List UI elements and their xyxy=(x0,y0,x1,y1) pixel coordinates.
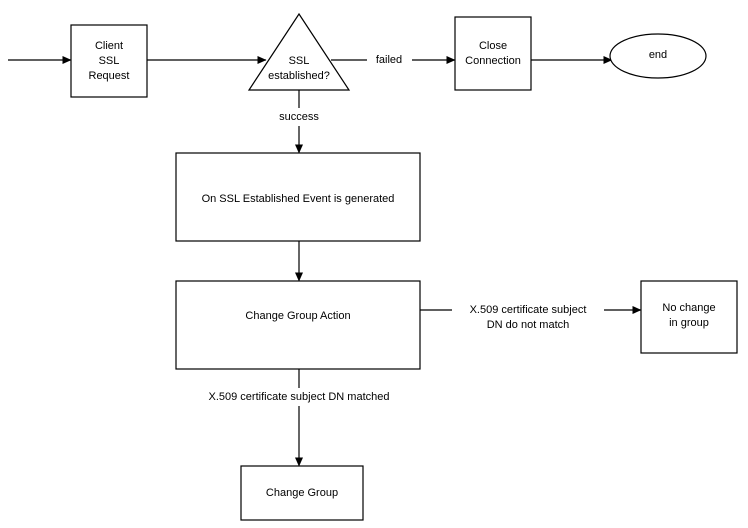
close-connection-label-line1: Close xyxy=(479,40,507,52)
edge-label-success: success xyxy=(279,111,319,123)
on-ssl-established-event-label: On SSL Established Event is generated xyxy=(202,193,395,205)
change-group-action-box[interactable] xyxy=(175,280,421,370)
close-connection-box[interactable] xyxy=(454,16,532,91)
change-group-action-label: Change Group Action xyxy=(245,310,350,322)
client-ssl-request-label-line3: Request xyxy=(89,70,130,82)
client-ssl-request-label-line2: SSL xyxy=(99,55,120,67)
edge-label-dn-do-not-match-line2: DN do not match xyxy=(487,319,570,331)
flowchart-diagram: Client SSL Request SSL established? Clos… xyxy=(8,12,738,521)
close-connection-label-line2: Connection xyxy=(465,55,521,67)
client-ssl-request-label-line1: Client xyxy=(95,40,123,52)
node-no-change-in-group[interactable]: No change in group xyxy=(640,280,738,354)
ssl-established-label-line1: SSL xyxy=(289,55,310,67)
flowchart-canvas: Client SSL Request SSL established? Clos… xyxy=(0,0,748,528)
change-group-label: Change Group xyxy=(266,487,338,499)
edge-label-dn-do-not-match-line1: X.509 certificate subject xyxy=(470,304,587,316)
edge-label-failed: failed xyxy=(376,54,402,66)
node-on-ssl-established-event[interactable]: On SSL Established Event is generated xyxy=(175,152,421,242)
end-label: end xyxy=(649,49,667,61)
node-close-connection[interactable]: Close Connection xyxy=(454,16,532,91)
node-end-terminator[interactable]: end xyxy=(609,33,707,79)
node-change-group-action[interactable]: Change Group Action xyxy=(175,280,421,370)
node-change-group[interactable]: Change Group xyxy=(240,465,364,521)
node-client-ssl-request[interactable]: Client SSL Request xyxy=(70,24,148,98)
no-change-in-group-label-line2: in group xyxy=(669,317,709,329)
ssl-established-label-line2: established? xyxy=(268,70,330,82)
no-change-in-group-label-line1: No change xyxy=(662,302,715,314)
node-ssl-established-decision[interactable]: SSL established? xyxy=(247,12,351,91)
edge-label-dn-matched: X.509 certificate subject DN matched xyxy=(209,391,390,403)
